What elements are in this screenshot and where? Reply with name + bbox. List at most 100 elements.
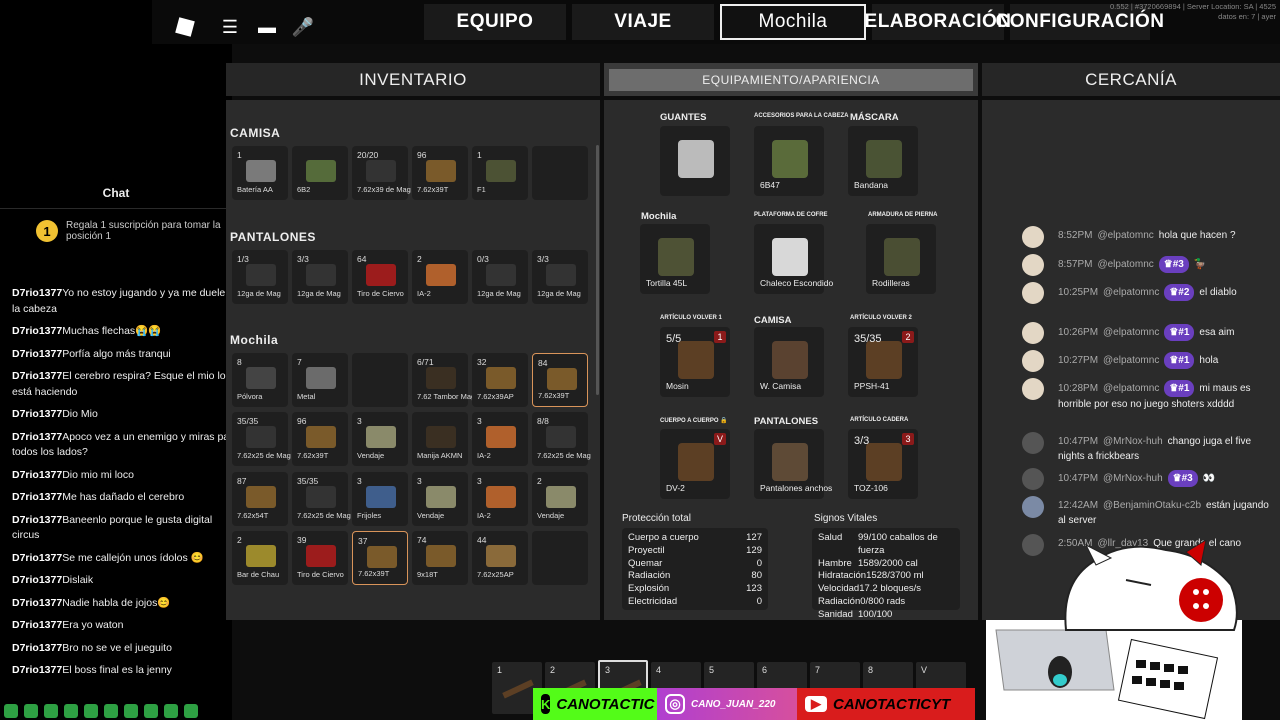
tab-viaje[interactable]: VIAJE <box>572 4 714 40</box>
equip-slot[interactable]: 3/3 3 TOZ-106 <box>848 429 918 499</box>
nearby-header[interactable]: CERCANÍA <box>982 63 1280 96</box>
inventory-slot[interactable]: 64 Tiro de Ciervo <box>352 250 408 304</box>
chat-username: D7rio1377 <box>12 641 63 654</box>
item-icon <box>486 486 516 508</box>
inventory-slot[interactable]: 6B2 <box>292 146 348 200</box>
inventory-slot[interactable]: 3 Vendaje <box>352 412 408 466</box>
inventory-slot[interactable]: 7 Metal <box>292 353 348 407</box>
stat-value: 17.2 bloques/s <box>859 583 921 595</box>
equip-count: 3/3 <box>854 435 870 447</box>
kick-banner: K CANOTACTIC <box>533 688 657 720</box>
inventory-slot[interactable]: 35/35 7.62x25 de Mag <box>292 472 351 526</box>
item-icon <box>306 426 336 448</box>
equip-slot[interactable]: Bandana <box>848 126 918 196</box>
equip-slot[interactable]: Pantalones anchos <box>754 429 832 499</box>
equip-slot[interactable]: 35/35 2 PPSH-41 <box>848 327 918 397</box>
inventory-slot[interactable]: 0/3 12ga de Mag <box>472 250 528 304</box>
item-count: 8/8 <box>537 416 549 426</box>
item-icon <box>547 368 577 390</box>
equip-item-icon <box>678 341 714 379</box>
chat-bubble-icon[interactable]: ▬ <box>252 12 282 42</box>
inventory-slot[interactable]: 87 7.62x54T <box>232 472 288 526</box>
item-count: 2 <box>537 476 542 486</box>
inventory-slot[interactable]: 20/20 7.62x39 de Mag <box>352 146 411 200</box>
inventory-slot[interactable] <box>532 146 588 200</box>
inventory-slot[interactable] <box>532 531 588 585</box>
equip-slot[interactable]: 5/5 1 Mosin <box>660 327 730 397</box>
item-name: F1 <box>477 185 486 194</box>
equip-slot[interactable]: 6B47 <box>754 126 824 196</box>
inventory-slot[interactable]: 74 9x18T <box>412 531 468 585</box>
inventory-slot[interactable]: 1 F1 <box>472 146 528 200</box>
inventory-slot[interactable]: 3 IA-2 <box>472 412 528 466</box>
emote-icon <box>64 704 78 718</box>
item-name: 12ga de Mag <box>297 289 341 298</box>
equip-item-icon <box>866 443 902 481</box>
inventory-slot[interactable]: 44 7.62x25AP <box>472 531 528 585</box>
item-count: 35/35 <box>237 416 259 426</box>
equip-slot-label: CUERPO A CUERPO 🔒 <box>660 418 728 424</box>
inventory-slot[interactable]: 1 Batería AA <box>232 146 288 200</box>
equipment-header[interactable]: EQUIPAMIENTO/APARIENCIA <box>604 63 978 96</box>
item-name: IA-2 <box>477 451 491 460</box>
tab-mochila[interactable]: Mochila <box>720 4 866 40</box>
equip-slot[interactable] <box>660 126 730 196</box>
tab-equipo[interactable]: EQUIPO <box>424 4 566 40</box>
equip-slot[interactable]: Rodilleras <box>866 224 936 294</box>
roblox-logo-icon[interactable] <box>170 12 200 42</box>
inventory-slot[interactable]: 39 Tiro de Ciervo <box>292 531 348 585</box>
inventory-scrollbar[interactable] <box>596 145 599 395</box>
item-icon <box>306 367 336 389</box>
inventory-slot[interactable]: 1/3 12ga de Mag <box>232 250 288 304</box>
item-count: 6/71 <box>417 357 434 367</box>
microphone-icon[interactable]: 🎤 <box>288 12 318 42</box>
inventory-slot[interactable]: 3 IA-2 <box>472 472 528 526</box>
equip-slot-label: ARMADURA DE PIERNA <box>868 212 938 218</box>
avatar <box>1022 468 1044 490</box>
inventory-slot[interactable]: 3 Frijoles <box>352 472 408 526</box>
inventory-slot[interactable]: 37 7.62x39T <box>352 531 408 585</box>
nearby-title: CERCANÍA <box>1085 69 1177 89</box>
stat-name: Sanidad <box>818 608 853 620</box>
equip-slot[interactable]: W. Camisa <box>754 327 824 397</box>
chat-username: D7rio1377 <box>12 491 63 503</box>
inventory-slot[interactable]: 8 Pólvora <box>232 353 288 407</box>
inventory-slot[interactable]: Manija AKMN <box>412 412 468 466</box>
chat-message-text: El boss final es la jenny <box>62 664 172 676</box>
chat-username: D7rio1377 <box>12 551 63 564</box>
chat-messages: D7rio1377Yo no estoy jugando y ya me due… <box>12 286 232 686</box>
inventory-slot[interactable]: 2 Vendaje <box>532 472 588 526</box>
chat-username: D7rio1377 <box>12 370 63 382</box>
emote-icon <box>184 704 198 718</box>
inventory-slot[interactable]: 3/3 12ga de Mag <box>532 250 588 304</box>
inventory-slot[interactable]: 96 7.62x39T <box>412 146 468 200</box>
menu-icon[interactable]: ☰ <box>215 12 245 42</box>
social-banner: K CANOTACTIC ◎ CANO_JUAN_220 ▶ CANOTACTI… <box>533 688 975 720</box>
inventory-slot[interactable]: 3/3 12ga de Mag <box>292 250 348 304</box>
equip-item-name: Tortilla 45L <box>646 278 688 288</box>
inventory-header[interactable]: INVENTARIO <box>226 63 600 96</box>
inventory-slot[interactable]: 2 IA-2 <box>412 250 468 304</box>
chat-username: D7rio1377 <box>12 468 63 481</box>
inventory-slot[interactable]: 32 7.62x39AP <box>472 353 528 407</box>
inventory-slot[interactable]: 6/71 7.62 Tambor Mag <box>412 353 475 407</box>
tab-elaboración[interactable]: ELABORACIÓN <box>865 4 1011 40</box>
inventory-slot[interactable]: 96 7.62x39T <box>292 412 348 466</box>
server-info-line: 0.552 | #3720669894 | Server Location: S… <box>1110 2 1276 11</box>
equip-slot[interactable]: Tortilla 45L <box>640 224 710 294</box>
inventory-slot[interactable]: 3 Vendaje <box>412 472 468 526</box>
inventory-slot[interactable]: 84 7.62x39T <box>532 353 588 407</box>
inventory-slot[interactable] <box>352 353 408 407</box>
item-icon <box>426 264 456 286</box>
inventory-slot[interactable]: 2 Bar de Chau <box>232 531 288 585</box>
inventory-slot[interactable]: 35/35 7.62x25 de Mag <box>232 412 291 466</box>
member-badge: ♛#3 <box>1167 470 1198 487</box>
equip-slot[interactable]: Chaleco Escondido <box>754 224 833 294</box>
equip-slot[interactable]: V DV-2 <box>660 429 730 499</box>
equip-item-name: DV-2 <box>666 483 685 493</box>
member-badge: ♛#1 <box>1164 324 1195 341</box>
message-time: 10:25PM <box>1058 287 1099 298</box>
item-count: 3 <box>357 476 362 486</box>
inventory-slot[interactable]: 8/8 7.62x25 de Mag <box>532 412 591 466</box>
item-count: 37 <box>358 536 368 546</box>
